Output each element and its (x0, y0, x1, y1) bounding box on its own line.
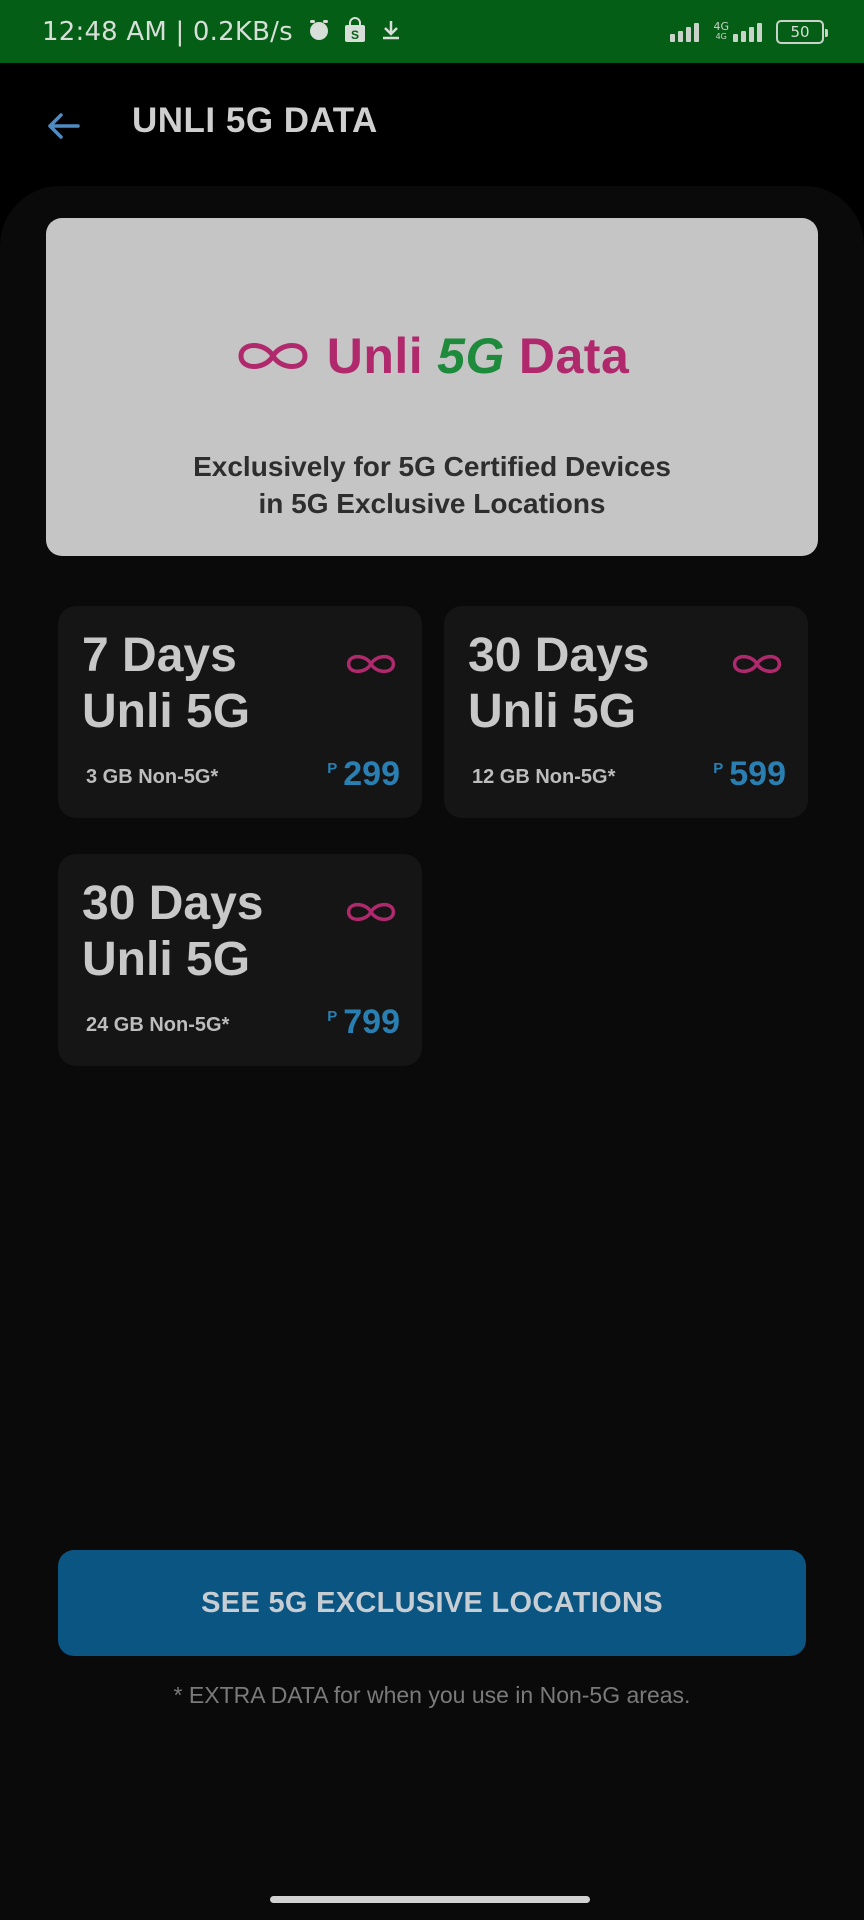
status-notification-icons: S (307, 16, 403, 47)
alarm-icon (307, 18, 331, 46)
plan-data-allowance: 12 GB Non-5G* (472, 766, 616, 788)
shopping-bag-icon: S (343, 16, 367, 47)
status-bar: 12:48 AM | 0.2KB/s S 4G 4G 50 (0, 0, 864, 63)
infinity-icon (346, 902, 396, 922)
logo-word-5g: 5G (437, 328, 505, 384)
status-right: 4G 4G 50 (670, 19, 828, 44)
plan-card-30-days-12gb[interactable]: 30 Days Unli 5G 12 GB Non-5G* P 599 (444, 606, 808, 818)
banner-subtitle: Exclusively for 5G Certified Devices in … (193, 451, 671, 519)
plan-data-allowance: 3 GB Non-5G* (86, 766, 219, 788)
price-value: 799 (343, 1003, 400, 1041)
infinity-icon (732, 654, 782, 674)
plan-price: P 799 (327, 1004, 400, 1040)
network-type-label: 4G (713, 19, 729, 33)
price-currency: P (713, 760, 724, 777)
infinity-icon (238, 343, 308, 369)
price-value: 599 (729, 755, 786, 793)
infinity-icon (346, 654, 396, 674)
plan-price: P 299 (327, 756, 400, 792)
status-time: 12:48 AM | 0.2KB/s (42, 16, 293, 47)
signal-icon (733, 22, 762, 42)
plan-title: 7 Days Unli 5G (82, 629, 251, 738)
promo-banner: Unli 5G Data Exclusively for 5G Certifie… (46, 218, 818, 556)
svg-text:S: S (351, 28, 359, 42)
plan-data-allowance: 24 GB Non-5G* (86, 1014, 230, 1036)
see-5g-locations-button[interactable]: SEE 5G EXCLUSIVE LOCATIONS (58, 1550, 806, 1656)
price-currency: P (327, 1008, 338, 1025)
app-header: UNLI 5G DATA (0, 63, 864, 187)
screen: 12:48 AM | 0.2KB/s S 4G 4G 50 UNLI 5G DA… (0, 0, 864, 1920)
arrow-left-icon (48, 113, 80, 139)
price-currency: P (327, 760, 338, 777)
plan-card-30-days-24gb[interactable]: 30 Days Unli 5G 24 GB Non-5G* P 799 (58, 854, 422, 1066)
unli-5g-logo: Unli 5G Data (46, 326, 818, 386)
battery-icon: 50 (776, 19, 828, 44)
price-value: 299 (343, 755, 400, 793)
battery-level: 50 (790, 22, 810, 41)
network-type-label-small: 4G (715, 31, 727, 41)
back-button[interactable] (40, 103, 86, 149)
logo-word-unli: Unli (326, 328, 424, 384)
signal-4g-group: 4G 4G (713, 19, 762, 42)
page-title: UNLI 5G DATA (132, 101, 378, 140)
home-indicator[interactable] (270, 1896, 590, 1903)
footnote: * EXTRA DATA for when you use in Non-5G … (173, 1682, 691, 1708)
signal-icon (670, 22, 700, 42)
plan-title: 30 Days Unli 5G (468, 629, 650, 738)
plan-price: P 599 (713, 756, 786, 792)
download-icon (379, 18, 403, 46)
logo-word-data: Data (518, 328, 630, 384)
plan-card-7-days[interactable]: 7 Days Unli 5G 3 GB Non-5G* P 299 (58, 606, 422, 818)
plan-title: 30 Days Unli 5G (82, 877, 264, 986)
